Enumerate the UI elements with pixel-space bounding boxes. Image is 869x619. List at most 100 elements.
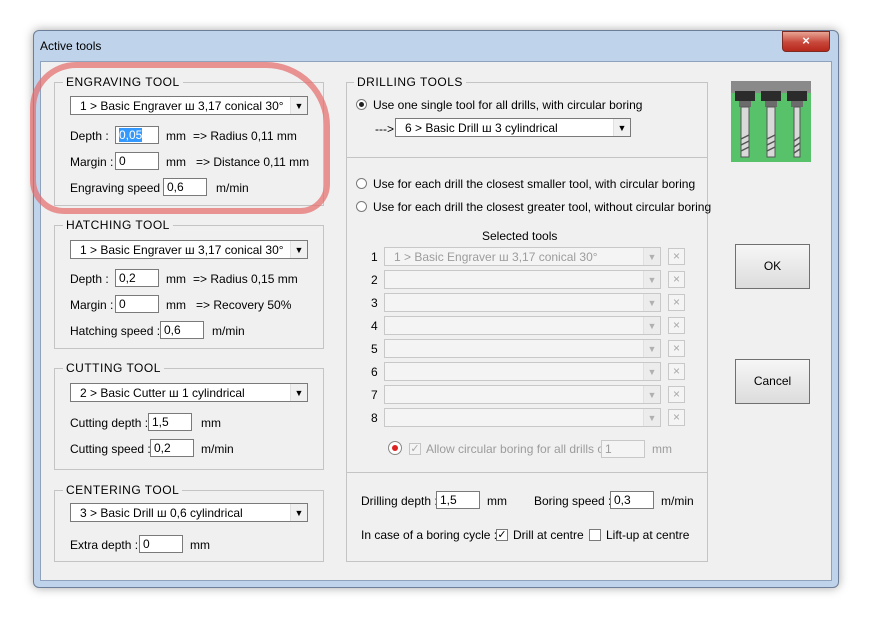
selected-tool-number: 3: [371, 296, 378, 310]
hatching-speed-input[interactable]: 0,6: [160, 321, 204, 339]
cutting-depth-label: Cutting depth :: [70, 416, 149, 430]
boring-cycle-label: In case of a boring cycle :: [361, 528, 498, 542]
cutting-speed-input[interactable]: 0,2: [150, 439, 194, 457]
chevron-down-icon[interactable]: ▼: [290, 504, 307, 521]
selected-tool-select[interactable]: ▼: [384, 270, 661, 289]
remove-tool-button[interactable]: ×: [668, 317, 685, 334]
divider: [347, 472, 707, 473]
remove-tool-button[interactable]: ×: [668, 340, 685, 357]
drilling-depth-unit: mm: [487, 494, 507, 508]
circular-boring-unit: mm: [652, 442, 672, 456]
drilling-depth-input[interactable]: 1,5: [436, 491, 480, 509]
remove-tool-button[interactable]: ×: [668, 294, 685, 311]
boring-speed-unit: m/min: [661, 494, 694, 508]
remove-tool-button[interactable]: ×: [668, 248, 685, 265]
selected-tool-select[interactable]: 1 > Basic Engraver ш 3,17 conical 30° ▼: [384, 247, 661, 266]
drilling-depth-label: Drilling depth :: [361, 494, 438, 508]
hatching-tool-title: HATCHING TOOL: [63, 218, 173, 232]
hatching-tool-value: 1 > Basic Engraver ш 3,17 conical 30°: [80, 243, 284, 257]
divider: [347, 157, 707, 158]
selected-tool-select[interactable]: ▼: [384, 385, 661, 404]
chevron-down-icon[interactable]: ▼: [290, 241, 307, 258]
single-tool-radio[interactable]: [356, 99, 367, 110]
drill-bits-icon: [731, 81, 811, 162]
boring-speed-input[interactable]: 0,3: [610, 491, 654, 509]
cutting-depth-input[interactable]: 1,5: [148, 413, 192, 431]
chevron-down-icon[interactable]: ▼: [643, 340, 660, 357]
chevron-down-icon[interactable]: ▼: [643, 317, 660, 334]
hatching-margin-unit: mm: [166, 298, 186, 312]
hatching-margin-input[interactable]: 0: [115, 295, 159, 313]
cancel-button[interactable]: Cancel: [735, 359, 810, 404]
cutting-speed-unit: m/min: [201, 442, 234, 456]
selected-tool-number: 5: [371, 342, 378, 356]
drilling-tools-title: DRILLING TOOLS: [354, 75, 466, 89]
window-title: Active tools: [40, 39, 102, 53]
hatching-recovery-info: => Recovery 50%: [196, 298, 292, 312]
hatching-speed-label: Hatching speed :: [70, 324, 161, 338]
chevron-down-icon[interactable]: ▼: [643, 363, 660, 380]
circular-boring-checkbox[interactable]: ✓: [409, 443, 421, 455]
cutting-speed-label: Cutting speed :: [70, 442, 151, 456]
selected-tool-number: 8: [371, 411, 378, 425]
circular-boring-input[interactable]: 1: [601, 440, 645, 458]
centering-depth-label: Extra depth :: [70, 538, 139, 552]
cutting-tool-select[interactable]: 2 > Basic Cutter ш 1 cylindrical ▼: [70, 383, 308, 402]
ok-button[interactable]: OK: [735, 244, 810, 289]
remove-tool-button[interactable]: ×: [668, 271, 685, 288]
centering-tool-title: CENTERING TOOL: [63, 483, 183, 497]
circular-boring-label: Allow circular boring for all drills ove…: [426, 442, 621, 456]
close-icon: ×: [802, 33, 810, 48]
drill-centre-checkbox[interactable]: ✓: [496, 529, 508, 541]
selected-tool-value: 1 > Basic Engraver ш 3,17 conical 30°: [394, 250, 598, 264]
centering-depth-input[interactable]: 0: [139, 535, 183, 553]
boring-speed-label: Boring speed :: [534, 494, 612, 508]
chevron-down-icon[interactable]: ▼: [643, 386, 660, 403]
selected-tool-number: 4: [371, 319, 378, 333]
remove-tool-button[interactable]: ×: [668, 386, 685, 403]
chevron-down-icon[interactable]: ▼: [643, 248, 660, 265]
remove-tool-button[interactable]: ×: [668, 363, 685, 380]
hatching-tool-select[interactable]: 1 > Basic Engraver ш 3,17 conical 30° ▼: [70, 240, 308, 259]
smaller-tool-radio[interactable]: [356, 178, 367, 189]
hatching-depth-label: Depth :: [70, 272, 109, 286]
selected-tool-number: 7: [371, 388, 378, 402]
hatching-depth-unit: mm: [166, 272, 186, 286]
selected-tool-select[interactable]: ▼: [384, 339, 661, 358]
selected-tool-number: 6: [371, 365, 378, 379]
liftup-centre-checkbox[interactable]: [589, 529, 601, 541]
title-bar[interactable]: [33, 30, 837, 60]
selected-tool-select[interactable]: ▼: [384, 362, 661, 381]
selected-tool-number: 2: [371, 273, 378, 287]
centering-depth-unit: mm: [190, 538, 210, 552]
hatching-depth-input[interactable]: 0,2: [115, 269, 159, 287]
selected-tools-header: Selected tools: [482, 229, 558, 243]
single-drill-value: 6 > Basic Drill ш 3 cylindrical: [405, 121, 558, 135]
cutting-tool-value: 2 > Basic Cutter ш 1 cylindrical: [80, 386, 245, 400]
arrow-indicator: --->: [375, 122, 394, 136]
chevron-down-icon[interactable]: ▼: [643, 409, 660, 426]
hatching-margin-label: Margin :: [70, 298, 114, 312]
drill-centre-label: Drill at centre: [513, 528, 584, 542]
annotation-circle: [30, 62, 330, 214]
greater-tool-radio[interactable]: [356, 201, 367, 212]
liftup-centre-label: Lift-up at centre: [606, 528, 690, 542]
single-tool-label: Use one single tool for all drills, with…: [373, 98, 643, 112]
single-drill-select[interactable]: 6 > Basic Drill ш 3 cylindrical ▼: [395, 118, 631, 137]
chevron-down-icon[interactable]: ▼: [613, 119, 630, 136]
centering-tool-select[interactable]: 3 > Basic Drill ш 0,6 cylindrical ▼: [70, 503, 308, 522]
selected-tool-select[interactable]: ▼: [384, 293, 661, 312]
cutting-depth-unit: mm: [201, 416, 221, 430]
hatching-speed-unit: m/min: [212, 324, 245, 338]
centering-tool-value: 3 > Basic Drill ш 0,6 cylindrical: [80, 506, 243, 520]
greater-tool-label: Use for each drill the closest greater t…: [373, 200, 712, 214]
close-button[interactable]: ×: [782, 31, 830, 52]
selected-tool-select[interactable]: ▼: [384, 316, 661, 335]
selected-tool-select[interactable]: ▼: [384, 408, 661, 427]
remove-tool-button[interactable]: ×: [668, 409, 685, 426]
cutting-tool-title: CUTTING TOOL: [63, 361, 164, 375]
target-icon: [388, 441, 402, 455]
chevron-down-icon[interactable]: ▼: [643, 294, 660, 311]
chevron-down-icon[interactable]: ▼: [290, 384, 307, 401]
chevron-down-icon[interactable]: ▼: [643, 271, 660, 288]
